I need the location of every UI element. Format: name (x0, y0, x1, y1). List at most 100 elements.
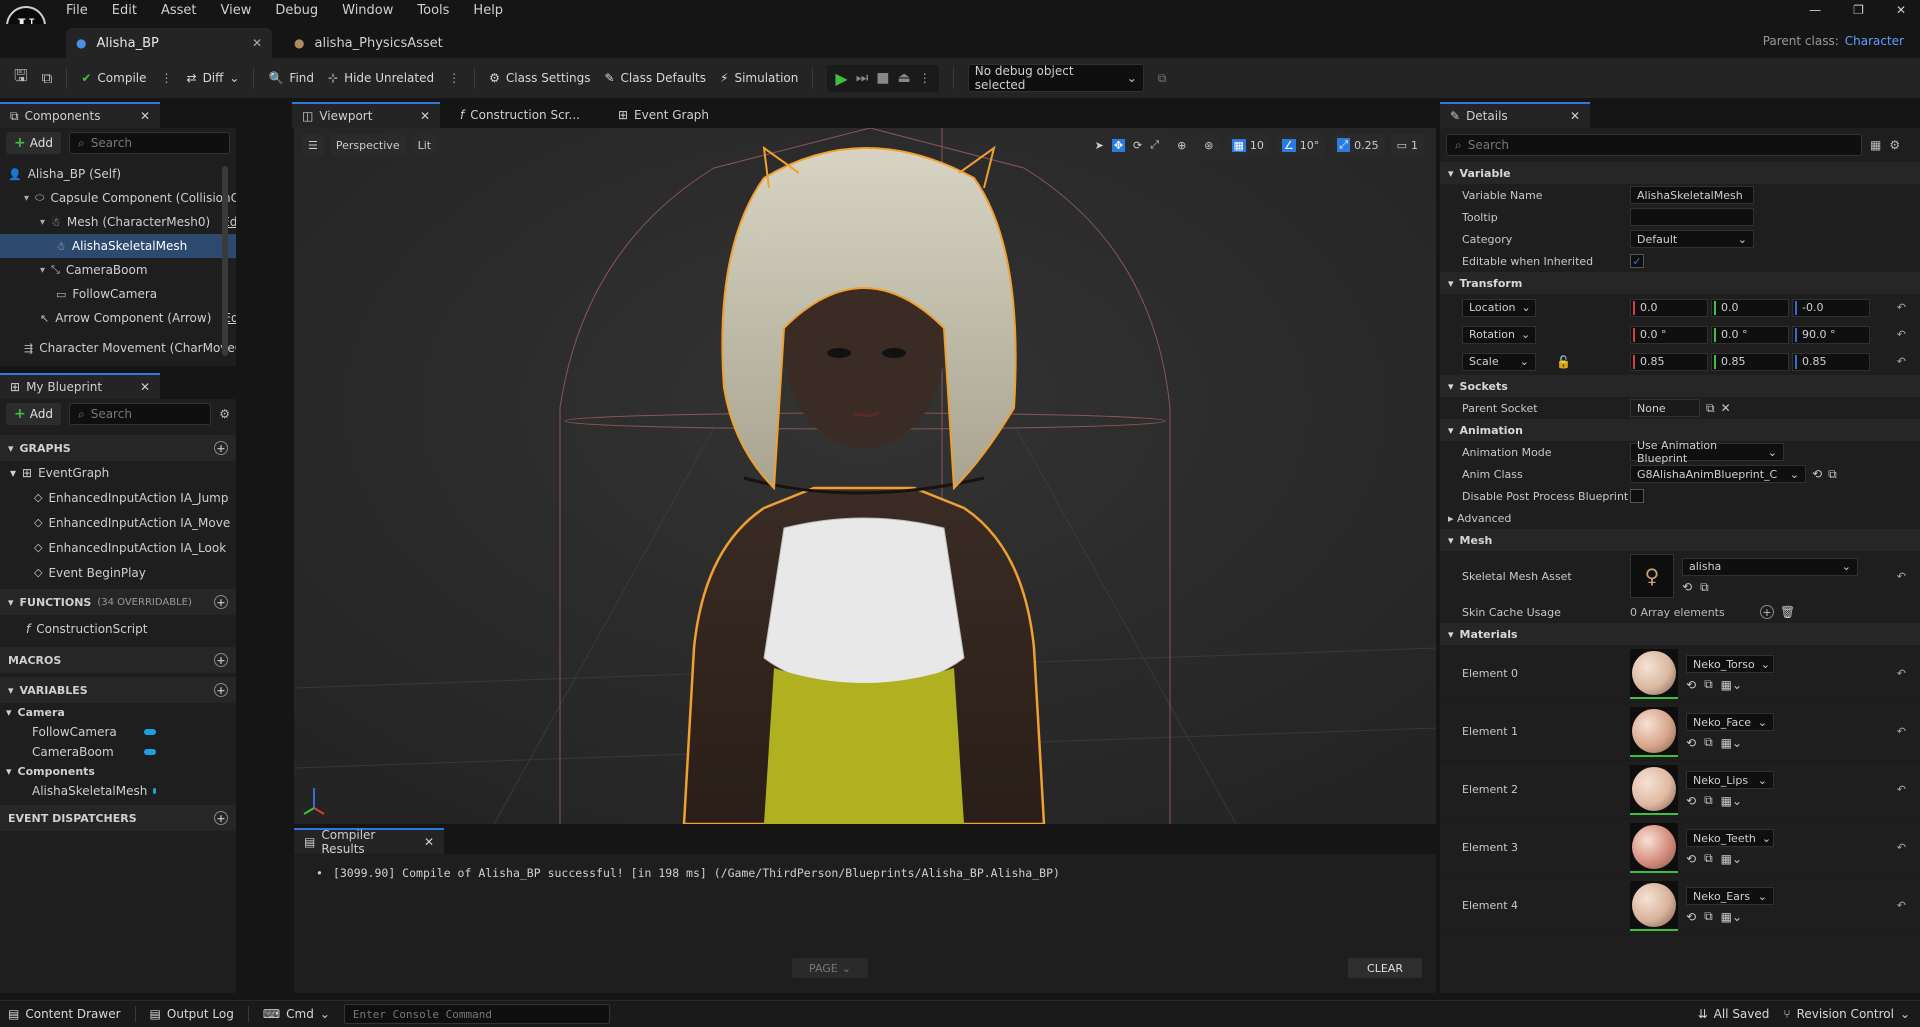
move-icon[interactable]: ✥ (1111, 138, 1126, 152)
all-saved-button[interactable]: ⇊ All Saved (1698, 1007, 1770, 1021)
reset-icon[interactable]: ↶ (1897, 570, 1906, 583)
component-item[interactable]: 👤 Alisha_BP (Self) (0, 162, 236, 186)
reset-icon[interactable]: ↶ (1897, 355, 1906, 368)
browse-icon[interactable]: ⧉ (1704, 851, 1713, 866)
browse-icon[interactable]: ⧉ (1704, 677, 1713, 692)
use-selected-icon[interactable]: ⟲ (1686, 678, 1696, 692)
simulation-button[interactable]: ⚡ Simulation (720, 71, 798, 85)
add-function-icon[interactable]: + (214, 595, 228, 609)
tab-details[interactable]: ✎ Details ✕ (1440, 102, 1590, 128)
page-button[interactable]: PAGE ⌄ (792, 958, 868, 978)
transform-section[interactable]: ▾ Transform (1440, 272, 1920, 294)
add-member-button[interactable]: + Add (6, 403, 61, 425)
details-search-input[interactable] (1467, 138, 1853, 152)
compile-button[interactable]: ✔ Compile (81, 71, 146, 85)
console-command[interactable] (343, 1004, 610, 1024)
material-select[interactable]: Neko_Torso ⌄ (1686, 655, 1774, 673)
viewport-menu-button[interactable]: ☰ (302, 134, 324, 156)
menu-edit[interactable]: Edit (112, 3, 137, 18)
rotate-icon[interactable]: ⟳ (1133, 139, 1142, 152)
debug-object-select[interactable]: No debug object selected ⌄ (967, 64, 1144, 92)
rotation-mode-select[interactable]: Rotation ⌄ (1462, 325, 1536, 344)
play-icon[interactable]: ▶ (835, 69, 847, 88)
scale-x-field[interactable]: 0.85 (1630, 352, 1708, 371)
material-select[interactable]: Neko_Ears ⌄ (1686, 887, 1774, 905)
table-view-icon[interactable]: ▦ (1870, 138, 1881, 152)
material-select[interactable]: Neko_Face ⌄ (1686, 713, 1774, 731)
maximize-icon[interactable]: ❐ (1853, 3, 1864, 17)
reset-icon[interactable]: ↶ (1897, 725, 1906, 738)
reset-icon[interactable]: ↶ (1897, 328, 1906, 341)
anim-class-select[interactable]: G8AlishaAnimBlueprint_C ⌄ (1630, 465, 1806, 483)
add-macro-icon[interactable]: + (214, 653, 228, 667)
dispatchers-section[interactable]: EVENT DISPATCHERS + (0, 805, 236, 831)
clear-button[interactable]: CLEAR (1348, 958, 1422, 978)
use-selected-icon[interactable]: ⟲ (1686, 852, 1696, 866)
settings-gear-icon[interactable]: ⚙ (1889, 138, 1900, 152)
surface-snap-button[interactable]: ⊛ (1198, 134, 1220, 156)
close-panel-icon[interactable]: ✕ (1570, 109, 1580, 123)
component-item[interactable]: ▾☃Mesh (CharacterMesh0)Edit in C++ (0, 210, 236, 234)
variable-item[interactable]: CameraBoom (0, 742, 236, 762)
browse-socket-icon[interactable]: ⧉ (1706, 401, 1715, 416)
expand-arrow-icon[interactable]: ▾ (40, 217, 45, 228)
components-search[interactable]: ⌕ (68, 132, 230, 154)
close-panel-icon[interactable]: ✕ (424, 835, 434, 849)
transform-tools[interactable]: ➤ ✥ ⟳ ⤢ (1088, 134, 1166, 156)
location-mode-select[interactable]: Location ⌄ (1462, 298, 1536, 317)
viewport[interactable]: ☰ Perspective Lit ➤ ✥ ⟳ ⤢ ⊕ ⊛ ▦ 10 ∠ 10° ⤢… (294, 128, 1436, 824)
select-icon[interactable]: ➤ (1095, 139, 1104, 152)
lock-icon[interactable]: 🔓 (1556, 355, 1571, 369)
console-input[interactable] (352, 1007, 601, 1021)
category-select[interactable]: Default ⌄ (1630, 230, 1754, 248)
scale-mode-select[interactable]: Scale ⌄ (1462, 352, 1536, 371)
material-thumbnail[interactable] (1630, 822, 1678, 873)
minimize-icon[interactable]: — (1809, 3, 1821, 17)
trash-icon[interactable]: 🗑 (1780, 605, 1795, 619)
animation-section[interactable]: ▾ Animation (1440, 419, 1920, 441)
location-z-field[interactable]: -0.0 (1792, 298, 1870, 317)
browse-icon[interactable]: ⧉ (1704, 735, 1713, 750)
variable-item[interactable]: FollowCamera (0, 722, 236, 742)
anim-mode-select[interactable]: Use Animation Blueprint ⌄ (1630, 439, 1784, 465)
menu-window[interactable]: Window (342, 3, 393, 18)
play-options-icon[interactable]: ⋮ (919, 71, 931, 85)
disable-pp-checkbox[interactable] (1630, 489, 1644, 503)
add-variable-icon[interactable]: + (214, 683, 228, 697)
event-item[interactable]: ◇ EnhancedInputAction IA_Jump (0, 485, 236, 510)
menu-asset[interactable]: Asset (161, 3, 197, 18)
material-thumbnail[interactable] (1630, 706, 1678, 757)
close-window-icon[interactable]: ✕ (1896, 3, 1906, 17)
menu-help[interactable]: Help (473, 3, 503, 18)
material-thumbnail[interactable] (1630, 764, 1678, 815)
event-graph-item[interactable]: ▾ ⊞ EventGraph (0, 461, 236, 485)
scale-y-field[interactable]: 0.85 (1711, 352, 1789, 371)
variables-section[interactable]: ▾ VARIABLES + (0, 677, 236, 703)
use-selected-icon[interactable]: ⟲ (1686, 794, 1696, 808)
scale-z-field[interactable]: 0.85 (1792, 352, 1870, 371)
rotation-z-field[interactable]: 90.0 ° (1792, 325, 1870, 344)
mesh-section[interactable]: ▾ Mesh (1440, 529, 1920, 551)
browse-icon[interactable]: ⧉ (42, 69, 53, 87)
material-options-icon[interactable]: ▦⌄ (1721, 852, 1742, 866)
add-component-button[interactable]: + Add (6, 132, 61, 154)
details-search[interactable]: ⌕ (1446, 134, 1862, 156)
sockets-section[interactable]: ▾ Sockets (1440, 375, 1920, 397)
close-panel-icon[interactable]: ✕ (140, 380, 150, 394)
material-options-icon[interactable]: ▦⌄ (1721, 736, 1742, 750)
add-dispatcher-icon[interactable]: + (214, 811, 228, 825)
scrollbar[interactable] (222, 166, 228, 356)
stop-icon[interactable]: ■ (876, 70, 889, 86)
components-category[interactable]: ▾ Components (0, 762, 236, 781)
macros-section[interactable]: MACROS + (0, 647, 236, 673)
menu-tools[interactable]: Tools (417, 3, 449, 18)
eject-icon[interactable]: ⏏ (898, 70, 911, 86)
reset-icon[interactable]: ↶ (1897, 783, 1906, 796)
hide-unrelated-button[interactable]: ⊹ Hide Unrelated (328, 71, 434, 85)
revision-control-button[interactable]: ⑂ Revision Control ⌄ (1783, 1007, 1910, 1021)
tab-alisha-bp[interactable]: ● Alisha_BP ✕ (66, 28, 272, 58)
tab-physics-asset[interactable]: ● alisha_PhysicsAsset (286, 28, 451, 58)
event-item[interactable]: ◇ Event BeginPlay (0, 560, 236, 585)
browse-icon[interactable]: ⧉ (1704, 909, 1713, 924)
save-icon[interactable]: 🖫 (14, 65, 28, 92)
